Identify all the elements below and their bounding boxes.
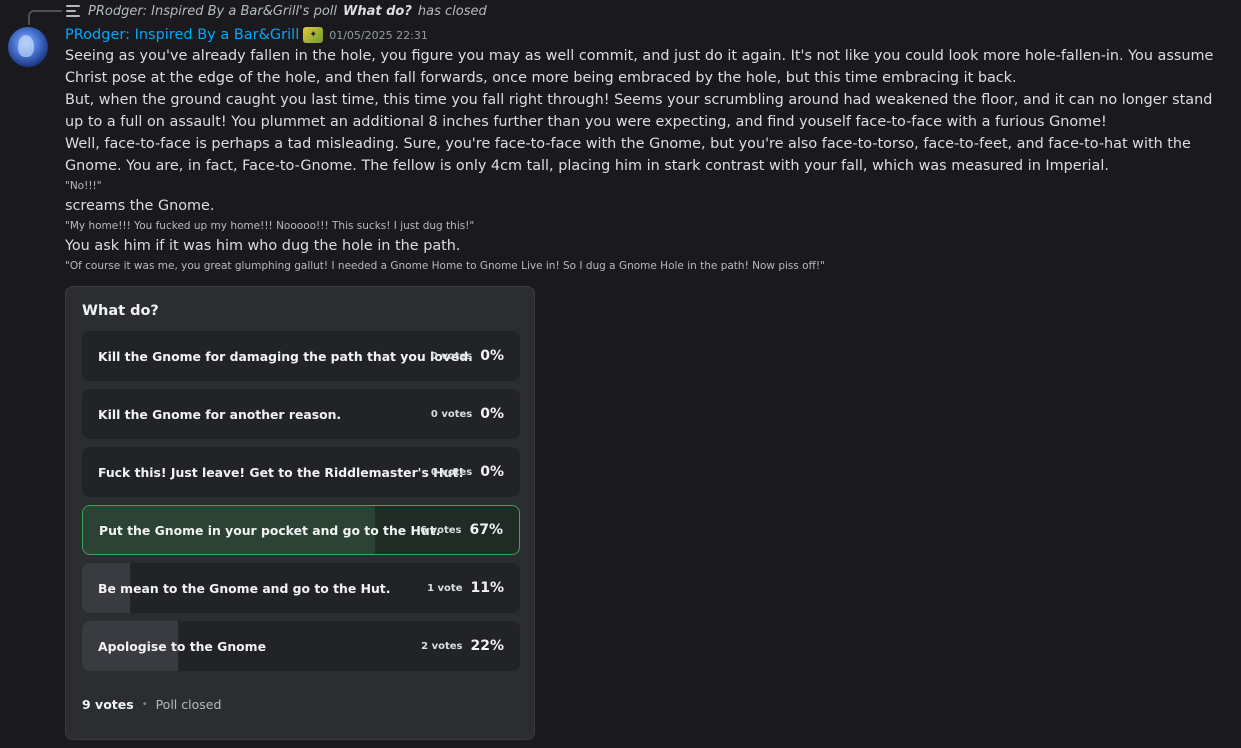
message-line: screams the Gnome. [65,198,215,214]
message-content: Seeing as you've already fallen in the h… [65,45,1230,275]
poll-answer-votes: 0 votes [430,466,473,478]
message-line: Well, face-to-face is perhaps a tad misl… [65,136,1191,174]
reply-spine [28,10,62,25]
message-header: PRodger: Inspired By a Bar&Grill ✦ 01/05… [65,25,428,45]
poll-answer-stats: 0 votes 0% [431,389,504,439]
reply-context[interactable]: PRodger: Inspired By a Bar&Grill's poll … [66,2,487,20]
reply-suffix: has closed [417,3,487,19]
poll-answer-percent: 0% [480,406,504,422]
poll-answer[interactable]: Fuck this! Just leave! Get to the Riddle… [82,447,520,497]
poll-answer-stats: 2 votes 22% [421,621,504,671]
poll-answer-label: Apologise to the Gnome [98,638,266,654]
poll-answer-stats: 0 votes 0% [431,447,504,497]
poll-answer-percent: 11% [470,580,504,596]
username[interactable]: PRodger: Inspired By a Bar&Grill [65,27,299,43]
message-line: But, when the ground caught you last tim… [65,92,1213,130]
poll-answer-winner[interactable]: Put the Gnome in your pocket and go to t… [82,505,520,555]
poll-answer-percent: 0% [480,464,504,480]
timestamp[interactable]: 01/05/2025 22:31 [329,29,428,42]
message-line: You ask him if it was him who dug the ho… [65,238,461,254]
avatar[interactable] [8,27,48,67]
poll-question: What do? [82,303,159,319]
poll-card: What do? Kill the Gnome for damaging the… [65,286,535,740]
reply-prefix: PRodger: Inspired By a Bar&Grill's poll [88,3,337,19]
poll-answer-votes: 2 votes [421,640,463,652]
poll-answer[interactable]: Be mean to the Gnome and go to the Hut. … [82,563,520,613]
poll-status: Poll closed [155,697,222,712]
poll-answer-votes: 0 votes [430,408,473,420]
poll-icon [66,4,82,18]
poll-answer-votes: 6 votes [420,524,462,536]
poll-answer[interactable]: Kill the Gnome for damaging the path tha… [82,331,520,381]
poll-answer-percent: 67% [469,522,503,538]
poll-answer-stats: 6 votes 67% [420,506,503,554]
poll-total-votes[interactable]: 9 votes [82,697,134,712]
poll-answer-votes: 1 vote [427,582,463,594]
poll-answer[interactable]: Kill the Gnome for another reason. 0 vot… [82,389,520,439]
poll-answer-label: Kill the Gnome for damaging the path tha… [98,348,473,364]
poll-answer-percent: 22% [470,638,504,654]
poll-answer-stats: 0 votes 0% [431,331,504,381]
poll-answer-votes: 0 votes [430,350,473,362]
poll-answer-label: Be mean to the Gnome and go to the Hut. [98,580,391,596]
message-subtext: "My home!!! You fucked up my home!!! Noo… [65,220,475,232]
message-page: PRodger: Inspired By a Bar&Grill's poll … [0,0,1241,748]
message-subtext: "Of course it was me, you great glumphin… [65,260,825,272]
poll-answer-label: Put the Gnome in your pocket and go to t… [99,522,441,538]
reply-poll-name: What do? [343,3,412,19]
poll-footer-separator: • [141,699,148,710]
message-line: Seeing as you've already fallen in the h… [65,48,1214,86]
poll-answer-stats: 1 vote 11% [427,563,504,613]
poll-footer: 9 votes • Poll closed [82,697,221,712]
poll-answer-percent: 0% [480,348,504,364]
poll-answer-label: Fuck this! Just leave! Get to the Riddle… [98,464,464,480]
poll-answer[interactable]: Apologise to the Gnome 2 votes 22% [82,621,520,671]
poll-answer-label: Kill the Gnome for another reason. [98,406,342,422]
sparkle-badge-icon[interactable]: ✦ [303,27,324,43]
message-subtext: "No!!!" [65,180,102,192]
